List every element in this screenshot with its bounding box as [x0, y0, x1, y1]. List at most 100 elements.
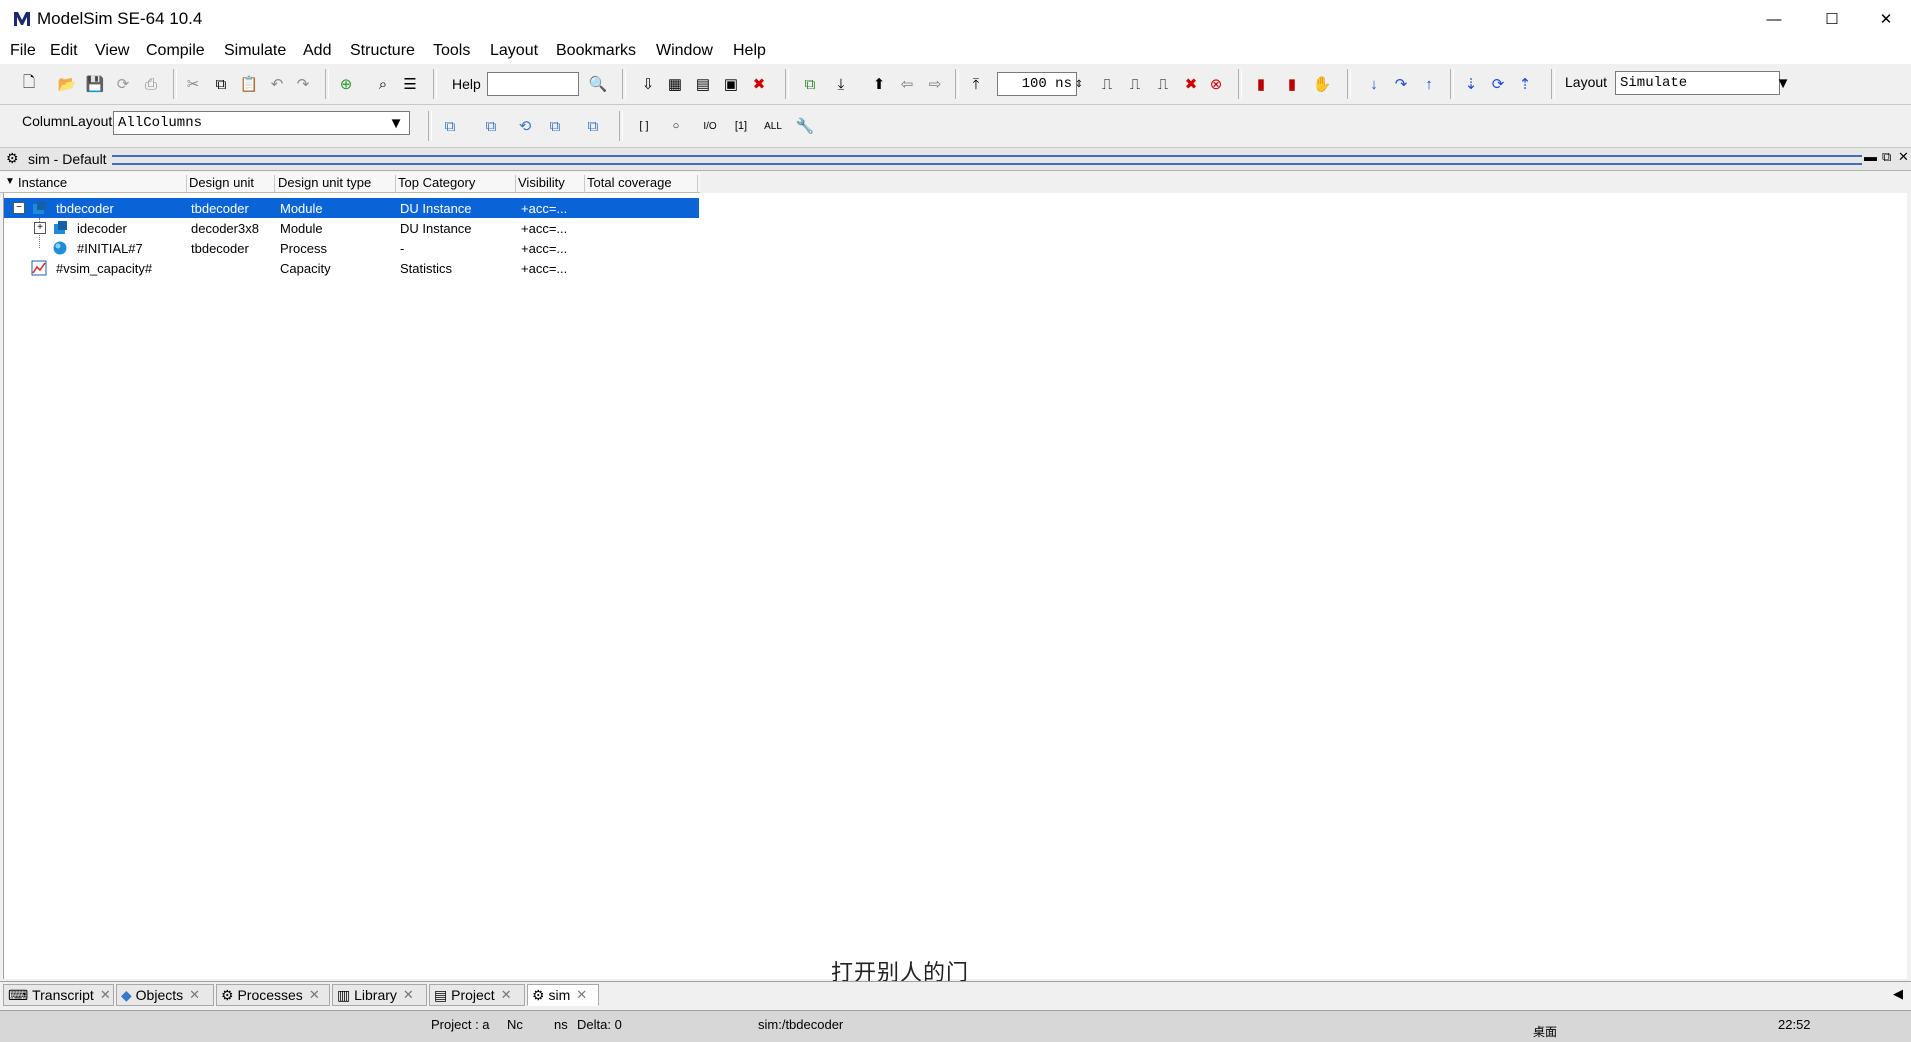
stop-icon[interactable]: ⊗ — [1203, 71, 1229, 97]
column-instance[interactable]: Instance — [18, 175, 187, 193]
run-all-icon[interactable]: ⎍ — [1150, 71, 1176, 97]
column-design-unit[interactable]: Design unit — [189, 175, 275, 193]
menu-compile[interactable]: Compile — [146, 42, 205, 60]
menu-add[interactable]: Add — [303, 42, 331, 60]
table-row[interactable]: #INITIAL#7 tbdecoder Process - +acc=... — [4, 238, 699, 258]
add-wave-icon[interactable]: ⧉ — [797, 71, 823, 97]
menu-simulate[interactable]: Simulate — [224, 42, 286, 60]
scroll-left-icon[interactable]: ◀ — [1893, 986, 1903, 1002]
tab-library[interactable]: ▥ Library ✕ — [332, 984, 427, 1006]
panel-minimize-icon[interactable]: ▬ — [1864, 149, 1877, 164]
performance-profile-icon[interactable]: ▮ — [1248, 71, 1274, 97]
tab-objects[interactable]: ◆ Objects ✕ — [116, 984, 214, 1006]
close-tab-icon[interactable]: ✕ — [309, 987, 320, 1003]
tab-sim[interactable]: ⚙ sim ✕ — [527, 984, 599, 1006]
run-length-field[interactable]: 100 ns — [997, 72, 1077, 96]
menu-view[interactable]: View — [95, 42, 129, 60]
save-icon[interactable]: 💾 — [82, 71, 108, 97]
run-icon[interactable]: ⎍ — [1094, 71, 1120, 97]
io-filter-icon[interactable]: I/O — [697, 113, 723, 139]
tab-transcript[interactable]: ⌨ Transcript ✕ — [3, 984, 114, 1006]
step-out-current-icon[interactable]: ⇡ — [1512, 71, 1538, 97]
cut-icon[interactable]: ✂ — [180, 71, 206, 97]
process-filter-icon[interactable]: ○ — [663, 113, 689, 139]
run-length-spinner-icon[interactable]: ⇕ — [1071, 71, 1087, 97]
close-tab-icon[interactable]: ✕ — [100, 987, 111, 1003]
step-over-current-icon[interactable]: ⟳ — [1485, 71, 1511, 97]
up-arrow-icon[interactable]: ⬆ — [866, 71, 892, 97]
break-icon[interactable]: ✖ — [1178, 71, 1204, 97]
menu-layout[interactable]: Layout — [490, 42, 538, 60]
menu-structure[interactable]: Structure — [350, 42, 415, 60]
menu-file[interactable]: File — [10, 42, 36, 60]
reload-icon[interactable]: ⟳ — [110, 71, 136, 97]
collapse-tree-icon[interactable]: ☰ — [397, 71, 423, 97]
compile-dialog-icon[interactable]: ▤ — [690, 71, 716, 97]
compile-icon[interactable]: ⇩ — [635, 71, 661, 97]
column-top-category[interactable]: Top Category — [398, 175, 516, 193]
chevron-down-icon[interactable]: ▼ — [386, 112, 406, 134]
print-icon[interactable]: ⎙ — [138, 71, 164, 97]
hand-icon[interactable]: ✋ — [1309, 71, 1335, 97]
continue-run-icon[interactable]: ⎍ — [1122, 71, 1148, 97]
panel-drag-handle[interactable] — [112, 155, 1862, 165]
table-row[interactable]: − tbdecoder tbdecoder Module DU Instance… — [4, 198, 699, 218]
close-tab-icon[interactable]: ✕ — [576, 987, 587, 1003]
memory-profile-icon[interactable]: ▮ — [1279, 71, 1305, 97]
insert-breakpoint-icon[interactable]: ⤓ — [828, 71, 854, 97]
panel-undock-icon[interactable]: ⧉ — [1882, 149, 1891, 165]
step-into-icon[interactable]: ↓ — [1361, 71, 1387, 97]
paste-icon[interactable]: 📋 — [236, 71, 262, 97]
column-layout-select[interactable]: AllColumns — [113, 111, 410, 135]
column-total-coverage[interactable]: Total coverage — [587, 175, 698, 193]
forward-arrow-icon[interactable]: ⇨ — [922, 71, 948, 97]
open-folder-icon[interactable]: 📂 — [54, 71, 80, 97]
chevron-down-icon[interactable]: ▼ — [1773, 72, 1793, 94]
menu-edit[interactable]: Edit — [50, 42, 78, 60]
collapse-toggle-icon[interactable]: − — [13, 202, 25, 214]
filter-icon[interactable]: ⧉ — [542, 113, 568, 139]
back-arrow-icon[interactable]: ⇦ — [894, 71, 920, 97]
minimize-button[interactable]: — — [1745, 0, 1803, 38]
copy-icon[interactable]: ⧉ — [208, 71, 234, 97]
panel-close-icon[interactable]: ✕ — [1898, 149, 1909, 165]
close-tab-icon[interactable]: ✕ — [501, 987, 512, 1003]
step-over-icon[interactable]: ↷ — [1388, 71, 1414, 97]
step-out-icon[interactable]: ↑ — [1416, 71, 1442, 97]
expand-icon[interactable]: ⧉ — [437, 113, 463, 139]
block-filter-icon[interactable]: [1] — [728, 113, 754, 139]
maximize-button[interactable]: ☐ — [1803, 0, 1861, 38]
column-visibility[interactable]: Visibility — [518, 175, 585, 193]
menu-bookmarks[interactable]: Bookmarks — [556, 42, 636, 60]
step-into-current-icon[interactable]: ⇣ — [1458, 71, 1484, 97]
instance-filter-icon[interactable]: [ ] — [631, 113, 657, 139]
close-tab-icon[interactable]: ✕ — [189, 987, 200, 1003]
all-filter-icon[interactable]: ALL — [760, 113, 786, 139]
menu-help[interactable]: Help — [733, 42, 766, 60]
menu-window[interactable]: Window — [656, 42, 713, 60]
find-binoculars-icon[interactable]: ⌕ — [370, 71, 396, 97]
menu-tools[interactable]: Tools — [433, 42, 470, 60]
tab-processes[interactable]: ⚙ Processes ✕ — [216, 984, 330, 1006]
compile-all-icon[interactable]: ▦ — [662, 71, 688, 97]
table-row[interactable]: + idecoder decoder3x8 Module DU Instance… — [4, 218, 699, 238]
close-button[interactable]: ✕ — [1861, 0, 1911, 38]
collapse-icon[interactable]: ⧉ — [478, 113, 504, 139]
table-row[interactable]: #vsim_capacity# Capacity Statistics +acc… — [4, 258, 699, 278]
undo-icon[interactable]: ↶ — [264, 71, 290, 97]
new-file-icon[interactable]: 🗋 — [16, 71, 42, 97]
settings-wrench-icon[interactable]: 🔧 — [792, 113, 818, 139]
close-tab-icon[interactable]: ✕ — [403, 987, 414, 1003]
expand-toggle-icon[interactable]: + — [34, 222, 46, 234]
tab-project[interactable]: ▤ Project ✕ — [429, 984, 525, 1006]
export-icon[interactable]: ⧉ — [580, 113, 606, 139]
layout-select[interactable]: Simulate — [1615, 71, 1780, 95]
simulate-icon[interactable]: ▣ — [718, 71, 744, 97]
redo-icon[interactable]: ↷ — [290, 71, 316, 97]
refresh-icon[interactable]: ⟲ — [512, 113, 538, 139]
help-search-icon[interactable]: 🔍 — [585, 71, 611, 97]
help-search-input[interactable] — [487, 72, 579, 96]
column-design-unit-type[interactable]: Design unit type — [278, 175, 396, 193]
add-circle-icon[interactable]: ⊕ — [333, 71, 359, 97]
break-simulation-icon[interactable]: ✖ — [746, 71, 772, 97]
